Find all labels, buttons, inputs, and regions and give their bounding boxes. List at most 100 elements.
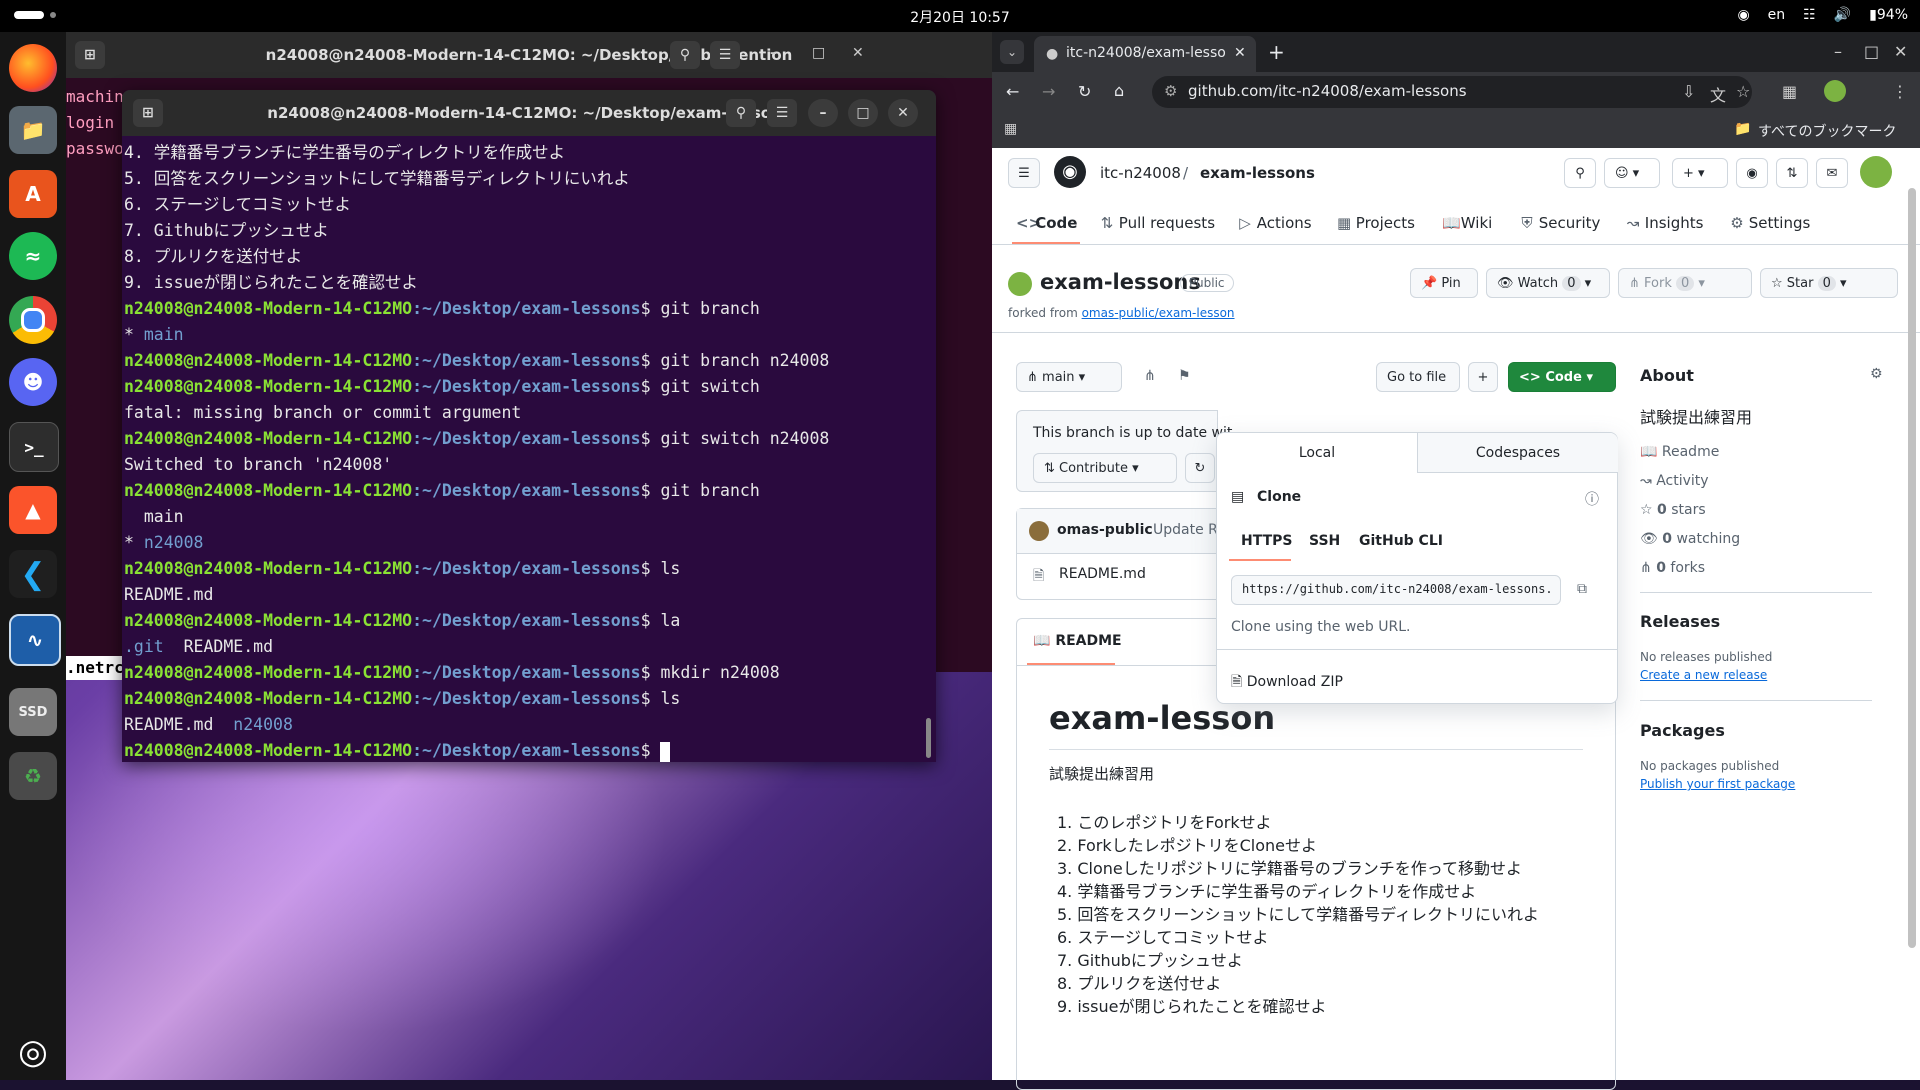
about-settings-icon[interactable]: ⚙ xyxy=(1870,366,1883,382)
address-bar[interactable]: ⚙ github.com/itc-n24008/exam-lessons xyxy=(1152,76,1752,108)
tab-code[interactable]: <> Code xyxy=(1016,214,1077,232)
add-file-button[interactable]: + xyxy=(1468,362,1498,392)
close-icon[interactable]: ✕ xyxy=(852,45,864,61)
branch-selector[interactable]: ⋔ main ▾ xyxy=(1016,362,1122,392)
all-bookmarks-label[interactable]: すべてのブックマーク xyxy=(1758,121,1896,141)
protocol-ssh[interactable]: SSH xyxy=(1309,533,1340,549)
fork-button[interactable]: ⋔ Fork 0 ▾ xyxy=(1618,268,1752,298)
about-readme-link[interactable]: 📖 Readme xyxy=(1640,444,1719,460)
close-icon[interactable]: ✕ xyxy=(888,99,918,127)
terminal-output[interactable]: 4. 学籍番号ブランチに学生番号のディレクトリを作成せよ 5. 回答をスクリーンシ… xyxy=(124,140,924,762)
terminal-back-titlebar[interactable]: ⊞ n24008@n24008-Modern-14-C12MO: ~/Deskt… xyxy=(66,32,992,78)
terminal-front-titlebar[interactable]: ⊞ n24008@n24008-Modern-14-C12MO: ~/Deskt… xyxy=(122,90,936,136)
protocol-github-cli[interactable]: GitHub CLI xyxy=(1359,533,1443,549)
about-stars-link[interactable]: ☆ 0 stars xyxy=(1640,502,1706,518)
packages-title[interactable]: Packages xyxy=(1640,721,1725,740)
system-tray[interactable]: ◉ en ☷ 🔊 ▮94% xyxy=(1737,7,1908,23)
apps-grid-icon[interactable]: ▦ xyxy=(1004,121,1017,137)
tab-insights[interactable]: ↝ Insights xyxy=(1626,214,1704,232)
trash-icon[interactable]: ♻ xyxy=(9,752,57,800)
tab-close-icon[interactable]: ✕ xyxy=(1234,45,1246,61)
battery-icon[interactable]: ▮94% xyxy=(1869,7,1908,23)
maximize-icon[interactable]: □ xyxy=(848,99,878,127)
readme-tab[interactable]: 📖 README xyxy=(1033,633,1122,649)
issues-icon[interactable]: ◉ xyxy=(1736,158,1768,188)
contribute-button[interactable]: ⇅ Contribute ▾ xyxy=(1033,453,1177,483)
tab-wiki[interactable]: 📖 Wiki xyxy=(1442,214,1492,232)
terminal-window-front[interactable]: ⊞ n24008@n24008-Modern-14-C12MO: ~/Deskt… xyxy=(122,90,936,762)
spotify-icon[interactable]: ≈ xyxy=(9,232,57,280)
go-to-file-button[interactable]: Go to file xyxy=(1376,362,1460,392)
inbox-icon[interactable]: ✉ xyxy=(1816,158,1848,188)
app-center-icon[interactable]: A xyxy=(9,170,57,218)
clone-panel[interactable]: Local Codespaces ▤ Clone ⓘ HTTPS SSH Git… xyxy=(1216,432,1618,704)
download-zip-button[interactable]: 🗎 Download ZIP xyxy=(1231,671,1343,695)
reload-icon[interactable]: ↻ xyxy=(1078,82,1091,101)
tab-search-icon[interactable]: ⌄ xyxy=(1000,40,1024,64)
menu-icon[interactable]: ☰ xyxy=(710,41,740,69)
about-activity-link[interactable]: ↝ Activity xyxy=(1640,473,1709,489)
search-icon[interactable]: ⚲ xyxy=(726,99,756,127)
minimize-icon[interactable]: – xyxy=(770,45,777,61)
ssd-drive-icon[interactable]: SSD xyxy=(9,688,57,736)
tab-settings[interactable]: ⚙ Settings xyxy=(1730,214,1810,232)
back-icon[interactable]: ← xyxy=(1006,82,1019,101)
user-avatar[interactable] xyxy=(1860,156,1892,188)
system-monitor-icon[interactable]: ∿ xyxy=(9,614,61,666)
terminal-scrollbar[interactable] xyxy=(926,718,931,758)
brave-icon[interactable]: ▲ xyxy=(9,486,57,534)
tab-codespaces[interactable]: Codespaces xyxy=(1417,433,1618,473)
volume-icon[interactable]: 🔊 xyxy=(1834,7,1851,23)
install-icon[interactable]: ⇩ xyxy=(1682,82,1695,101)
repo-owner-link[interactable]: itc-n24008 xyxy=(1100,164,1181,182)
translate-icon[interactable]: 文 xyxy=(1710,82,1726,106)
tab-pull-requests[interactable]: ⇅ Pull requests xyxy=(1100,214,1215,232)
tab-actions[interactable]: ▷ Actions xyxy=(1238,214,1311,232)
pull-requests-icon[interactable]: ⇅ xyxy=(1776,158,1808,188)
github-logo-icon[interactable]: ◉ xyxy=(1054,156,1086,188)
browser-window[interactable]: ⌄ ● itc-n24008/exam-lessons ✕ + – □ ✕ ← … xyxy=(992,32,1920,1090)
chrome-icon[interactable] xyxy=(9,296,57,344)
ubuntu-icon[interactable]: ◎ xyxy=(9,1028,57,1076)
file-name[interactable]: README.md xyxy=(1059,566,1146,582)
language-indicator[interactable]: en xyxy=(1768,7,1786,23)
chrome-menu-icon[interactable]: ⋮ xyxy=(1892,82,1908,101)
pin-button[interactable]: 📌 Pin xyxy=(1410,268,1478,298)
home-icon[interactable]: ⌂ xyxy=(1114,81,1124,100)
protocol-https[interactable]: HTTPS xyxy=(1241,533,1292,549)
repo-name-link[interactable]: exam-lessons xyxy=(1200,164,1315,182)
terminal-icon[interactable]: >_ xyxy=(9,422,59,472)
sync-icon[interactable]: ↻ xyxy=(1185,453,1215,483)
new-tab-icon[interactable]: + xyxy=(1268,40,1285,64)
maximize-icon[interactable]: □ xyxy=(1864,42,1879,61)
watch-button[interactable]: 👁 Watch 0 ▾ xyxy=(1486,268,1610,298)
minimize-icon[interactable]: – xyxy=(808,99,838,127)
browser-tab[interactable]: ● itc-n24008/exam-lessons ✕ xyxy=(1034,36,1256,72)
copy-icon[interactable]: ⧉ xyxy=(1577,581,1587,597)
clone-url-input[interactable]: https://github.com/itc-n24008/exam-lesso… xyxy=(1231,575,1561,605)
forward-icon[interactable]: → xyxy=(1042,82,1055,101)
forked-from-link[interactable]: omas-public/exam-lesson xyxy=(1082,306,1235,320)
clock[interactable]: 2月20日 10:57 xyxy=(0,7,1920,27)
bookmark-star-icon[interactable]: ☆ xyxy=(1736,82,1750,101)
discord-tray-icon[interactable]: ◉ xyxy=(1737,7,1749,23)
code-button[interactable]: <> Code ▾ xyxy=(1508,362,1616,392)
minimize-icon[interactable]: – xyxy=(1834,42,1842,61)
extensions-icon[interactable]: ▦ xyxy=(1782,82,1797,101)
tab-security[interactable]: ⛨ Security xyxy=(1520,214,1600,232)
tab-local[interactable]: Local xyxy=(1217,433,1417,473)
tab-projects[interactable]: ▦ Projects xyxy=(1337,214,1415,232)
menu-icon[interactable]: ☰ xyxy=(767,99,797,127)
search-icon[interactable]: ⚲ xyxy=(670,41,700,69)
create-new-icon[interactable]: + ▾ xyxy=(1672,158,1728,188)
repo-title[interactable]: exam-lessons xyxy=(1040,270,1201,294)
branches-icon[interactable]: ⋔ xyxy=(1144,368,1156,384)
commit-author[interactable]: omas-public xyxy=(1057,522,1153,538)
page-scrollbar[interactable] xyxy=(1908,188,1916,948)
releases-title[interactable]: Releases xyxy=(1640,612,1720,631)
profile-avatar[interactable] xyxy=(1824,80,1846,102)
close-icon[interactable]: ✕ xyxy=(1894,42,1907,61)
about-watching-link[interactable]: 👁 0 watching xyxy=(1640,531,1740,547)
maximize-icon[interactable]: □ xyxy=(812,45,825,61)
discord-icon[interactable]: ☻ xyxy=(9,358,57,406)
